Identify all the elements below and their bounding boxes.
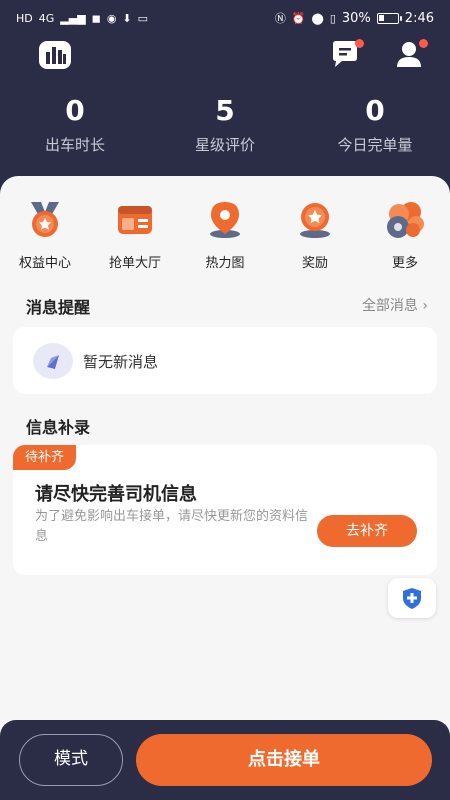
signal-icon: ▂▄▆ (60, 11, 86, 25)
info-card-title: 请尽快完善司机信息 (35, 484, 197, 505)
clock: 2:46 (404, 10, 434, 26)
empty-message-text: 暂无新消息 (83, 353, 159, 371)
take-order-button[interactable]: 点击接单 (136, 734, 432, 786)
notification-badge (355, 39, 364, 48)
reward-icon (300, 203, 330, 238)
stat-today-orders[interactable]: 0 今日完单量 (300, 94, 450, 155)
download-icon: ⬇ (122, 11, 132, 25)
nfc-icon: Ⓝ (274, 11, 286, 25)
status-left: HD 4G ▂▄▆ ◼ ◉ ⬇ ▭ (16, 13, 148, 24)
quick-action-label: 抢单大厅 (108, 256, 161, 271)
top-bar (0, 38, 450, 72)
info-card-description: 为了避免影响出车接单，请尽快更新您的资料信息 (35, 509, 309, 544)
quick-action-label: 更多 (391, 256, 418, 271)
quick-action-label: 权益中心 (18, 256, 71, 271)
notification-badge (419, 39, 428, 48)
safety-button[interactable] (388, 578, 436, 618)
stat-rating[interactable]: 5 星级评价 (150, 94, 300, 155)
stat-value: 0 (365, 94, 385, 127)
alarm-icon: ⏰ (291, 11, 306, 25)
message-card[interactable]: 暂无新消息 (13, 327, 437, 394)
status-right: Ⓝ ⏰ ⬤ ▯ 30% 2:46 (275, 11, 434, 26)
app-notification-icon: ▭ (137, 11, 149, 25)
quick-actions: 权益中心 抢单大厅 热力图 奖励 更多 (0, 200, 450, 271)
quick-action-label: 奖励 (301, 256, 328, 271)
stat-value: 5 (215, 94, 235, 127)
hd-icon: HD (16, 11, 33, 25)
quick-action-reward[interactable]: 奖励 (270, 200, 360, 271)
more-icon (387, 202, 424, 238)
status-bar: HD 4G ▂▄▆ ◼ ◉ ⬇ ▭ Ⓝ ⏰ ⬤ ▯ 30% 2:46 (0, 0, 450, 36)
vibrate-icon: ▯ (329, 11, 336, 25)
stat-label: 今日完单量 (337, 136, 413, 154)
complete-info-button[interactable]: 去补齐 (317, 515, 417, 547)
ticket-icon (118, 206, 152, 234)
empty-message-icon (33, 343, 73, 379)
battery-percent: 30% (341, 10, 371, 26)
user-button[interactable] (394, 39, 428, 70)
bottom-bar: 模式 点击接单 (0, 720, 450, 800)
info-card: 待补齐 请尽快完善司机信息 为了避免影响出车接单，请尽快更新您的资料信息 去补齐 (13, 445, 437, 575)
stats-row: 0 出车时长 5 星级评价 0 今日完单量 (0, 94, 450, 155)
network-icon: 4G (38, 11, 55, 25)
quick-action-more[interactable]: 更多 (360, 200, 450, 271)
stat-driving-time[interactable]: 0 出车时长 (0, 94, 150, 155)
location-icon: ⬤ (311, 11, 324, 25)
stat-label: 星级评价 (194, 136, 255, 154)
app-notification-icon: ◉ (106, 11, 117, 25)
map-pin-icon (210, 202, 240, 238)
shield-icon (403, 588, 421, 609)
info-section-title: 信息补录 (26, 418, 91, 437)
stat-label: 出车时长 (44, 136, 105, 154)
main-sheet: 权益中心 抢单大厅 热力图 奖励 更多 消息提醒 全部消息 › 暂无新消息 信息… (0, 176, 450, 800)
app-notification-icon: ◼ (91, 11, 101, 25)
messages-section-title: 消息提醒 (26, 298, 91, 317)
quick-action-benefits[interactable]: 权益中心 (0, 200, 90, 271)
pending-tag: 待补齐 (13, 445, 77, 470)
stat-value: 0 (65, 94, 85, 127)
header: HD 4G ▂▄▆ ◼ ◉ ⬇ ▭ Ⓝ ⏰ ⬤ ▯ 30% 2:46 0 出车时… (0, 0, 450, 200)
quick-action-order-hall[interactable]: 抢单大厅 (90, 200, 180, 271)
bar-chart-icon[interactable] (38, 40, 72, 70)
medal-icon (31, 202, 59, 237)
mode-button[interactable]: 模式 (19, 734, 123, 786)
message-button[interactable] (330, 39, 364, 70)
quick-action-label: 热力图 (205, 256, 245, 271)
all-messages-link[interactable]: 全部消息 › (362, 295, 428, 315)
battery-icon (376, 12, 402, 24)
quick-action-heatmap[interactable]: 热力图 (180, 200, 270, 271)
